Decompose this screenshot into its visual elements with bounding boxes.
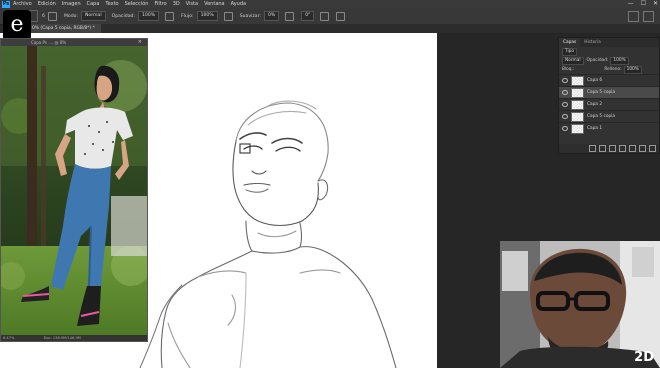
webcam-feed (500, 241, 660, 368)
menu-filtro[interactable]: Filtro (154, 1, 166, 7)
menu-texto[interactable]: Texto (105, 1, 118, 7)
menu-ventana[interactable]: Ventana (204, 1, 225, 7)
smoothing-field[interactable]: 0% (263, 11, 280, 21)
layer-row[interactable]: Capa 6 (559, 74, 659, 86)
layer-name: Capa 1 (587, 126, 603, 131)
search-icon[interactable] (628, 11, 639, 22)
layer-opacity-field[interactable]: 100% (610, 56, 629, 65)
menu-capa[interactable]: Capa (87, 1, 100, 7)
mask-icon[interactable] (609, 145, 616, 152)
pressure-size-icon[interactable] (320, 11, 330, 21)
layer-name: Capa 2 (587, 102, 603, 107)
eye-icon[interactable] (562, 102, 568, 107)
angle-field[interactable]: 0° (301, 11, 315, 21)
document-tab-bar: 0% (Capa 5 copia, RGB/8*) * (26, 24, 660, 33)
menu-imagen[interactable]: Imagen (62, 1, 81, 7)
workspace-icon[interactable] (643, 11, 654, 22)
blend-row: Normal Opacidad: 100% (559, 56, 659, 65)
layer-name: Capa 6 (587, 78, 603, 83)
close-icon[interactable]: × (138, 39, 142, 46)
menu-archivo[interactable]: Archivo (13, 1, 32, 7)
layer-opacity-label: Opacidad: (586, 58, 609, 63)
layer-thumbnail (571, 99, 584, 110)
webcam-overlay: 2D (500, 241, 660, 368)
eye-icon[interactable] (562, 126, 568, 131)
delete-layer-icon[interactable] (649, 145, 656, 152)
reference-photo-image (1, 46, 147, 335)
menu-3d[interactable]: 3D (173, 1, 180, 7)
menu-edicion[interactable]: Edición (38, 1, 56, 7)
layer-row[interactable]: Capa 2 (559, 98, 659, 110)
layers-filter-row: Tipo (559, 47, 659, 56)
reference-doc-size: Doc: 136.9M/146.9M (43, 336, 81, 340)
tab-capas[interactable]: Capas (559, 38, 581, 47)
layer-name: Capa 5 copia (587, 90, 616, 95)
lock-label: Bloq.: (562, 67, 575, 72)
maximize-icon[interactable]: ☐ (641, 0, 646, 7)
pressure-opacity-icon[interactable] (165, 11, 175, 21)
eye-icon[interactable] (562, 114, 568, 119)
brush-panel-icon[interactable] (47, 11, 57, 21)
layer-thumbnail (571, 75, 584, 86)
menu-vista[interactable]: Vista (186, 1, 198, 7)
smoothing-settings-icon[interactable] (285, 11, 295, 21)
layers-panel: Capas Historia Tipo Normal Opacidad: 100… (558, 37, 660, 154)
blend-mode-select[interactable]: Normal (562, 56, 584, 65)
fill-field[interactable]: 100% (623, 65, 642, 74)
eye-icon[interactable] (562, 90, 568, 95)
layer-filter-select[interactable]: Tipo (562, 47, 578, 56)
mode-label: Modo: (63, 13, 78, 19)
symmetry-icon[interactable] (336, 11, 346, 21)
channel-watermark: 2D (634, 350, 654, 365)
document-tab[interactable]: 0% (Capa 5 copia, RGB/8*) * (26, 24, 101, 33)
layer-thumbnail (571, 111, 584, 122)
fill-label: Relleno: (604, 67, 622, 72)
eye-icon[interactable] (562, 78, 568, 83)
link-layers-icon[interactable] (589, 145, 596, 152)
lock-row: Bloq.: Relleno: 100% (559, 65, 659, 74)
menu-bar: Ps Archivo Edición Imagen Capa Texto Sel… (0, 0, 660, 8)
reference-status-bar: 6.47% Doc: 136.9M/146.9M (1, 335, 147, 341)
tab-historia[interactable]: Historia (580, 38, 605, 47)
menu-seleccion[interactable]: Selección (125, 1, 149, 7)
layer-row-selected[interactable]: Capa 5 copia (559, 86, 659, 98)
layer-row[interactable]: Capa 1 (559, 122, 659, 134)
reference-window-title: Capa Ps .... @ 8% (31, 40, 67, 45)
layers-footer (559, 144, 659, 153)
minimize-icon[interactable]: — (628, 0, 634, 7)
options-bar: 6 Modo: Normal Opacidad: 100% Flujo: 100… (0, 8, 660, 25)
reference-photo (1, 46, 147, 335)
reference-photo-window[interactable]: Capa Ps .... @ 8% × 6.47% Doc: 136.9M/14… (0, 38, 148, 342)
layers-panel-tabs: Capas Historia (559, 38, 659, 47)
window-controls: — ☐ ✕ (628, 0, 658, 7)
adjustment-icon[interactable] (619, 145, 626, 152)
mode-select[interactable]: Normal (81, 11, 106, 21)
layer-row[interactable]: Capa 5 copia (559, 110, 659, 122)
opacity-field[interactable]: 100% (137, 11, 160, 21)
photoshop-logo-icon[interactable]: Ps (2, 0, 10, 8)
brush-size-value[interactable]: 6 (42, 14, 45, 19)
menu-ayuda[interactable]: Ayuda (231, 1, 246, 7)
opacity-label: Opacidad: (111, 13, 135, 19)
flow-field[interactable]: 100% (196, 11, 218, 21)
fx-icon[interactable] (599, 145, 606, 152)
reference-zoom[interactable]: 6.47% (3, 336, 14, 340)
smoothing-label: Suavizar: (239, 13, 261, 19)
group-icon[interactable] (629, 145, 636, 152)
layer-name: Capa 5 copia (587, 114, 616, 119)
close-window-icon[interactable]: ✕ (653, 0, 658, 7)
layer-thumbnail (571, 87, 584, 98)
layer-thumbnail (571, 123, 584, 134)
channel-logo: e (3, 10, 31, 41)
airbrush-icon[interactable] (223, 11, 233, 21)
reference-window-titlebar[interactable]: Capa Ps .... @ 8% × (1, 39, 147, 46)
new-layer-icon[interactable] (639, 145, 646, 152)
flow-label: Flujo: (181, 13, 194, 19)
